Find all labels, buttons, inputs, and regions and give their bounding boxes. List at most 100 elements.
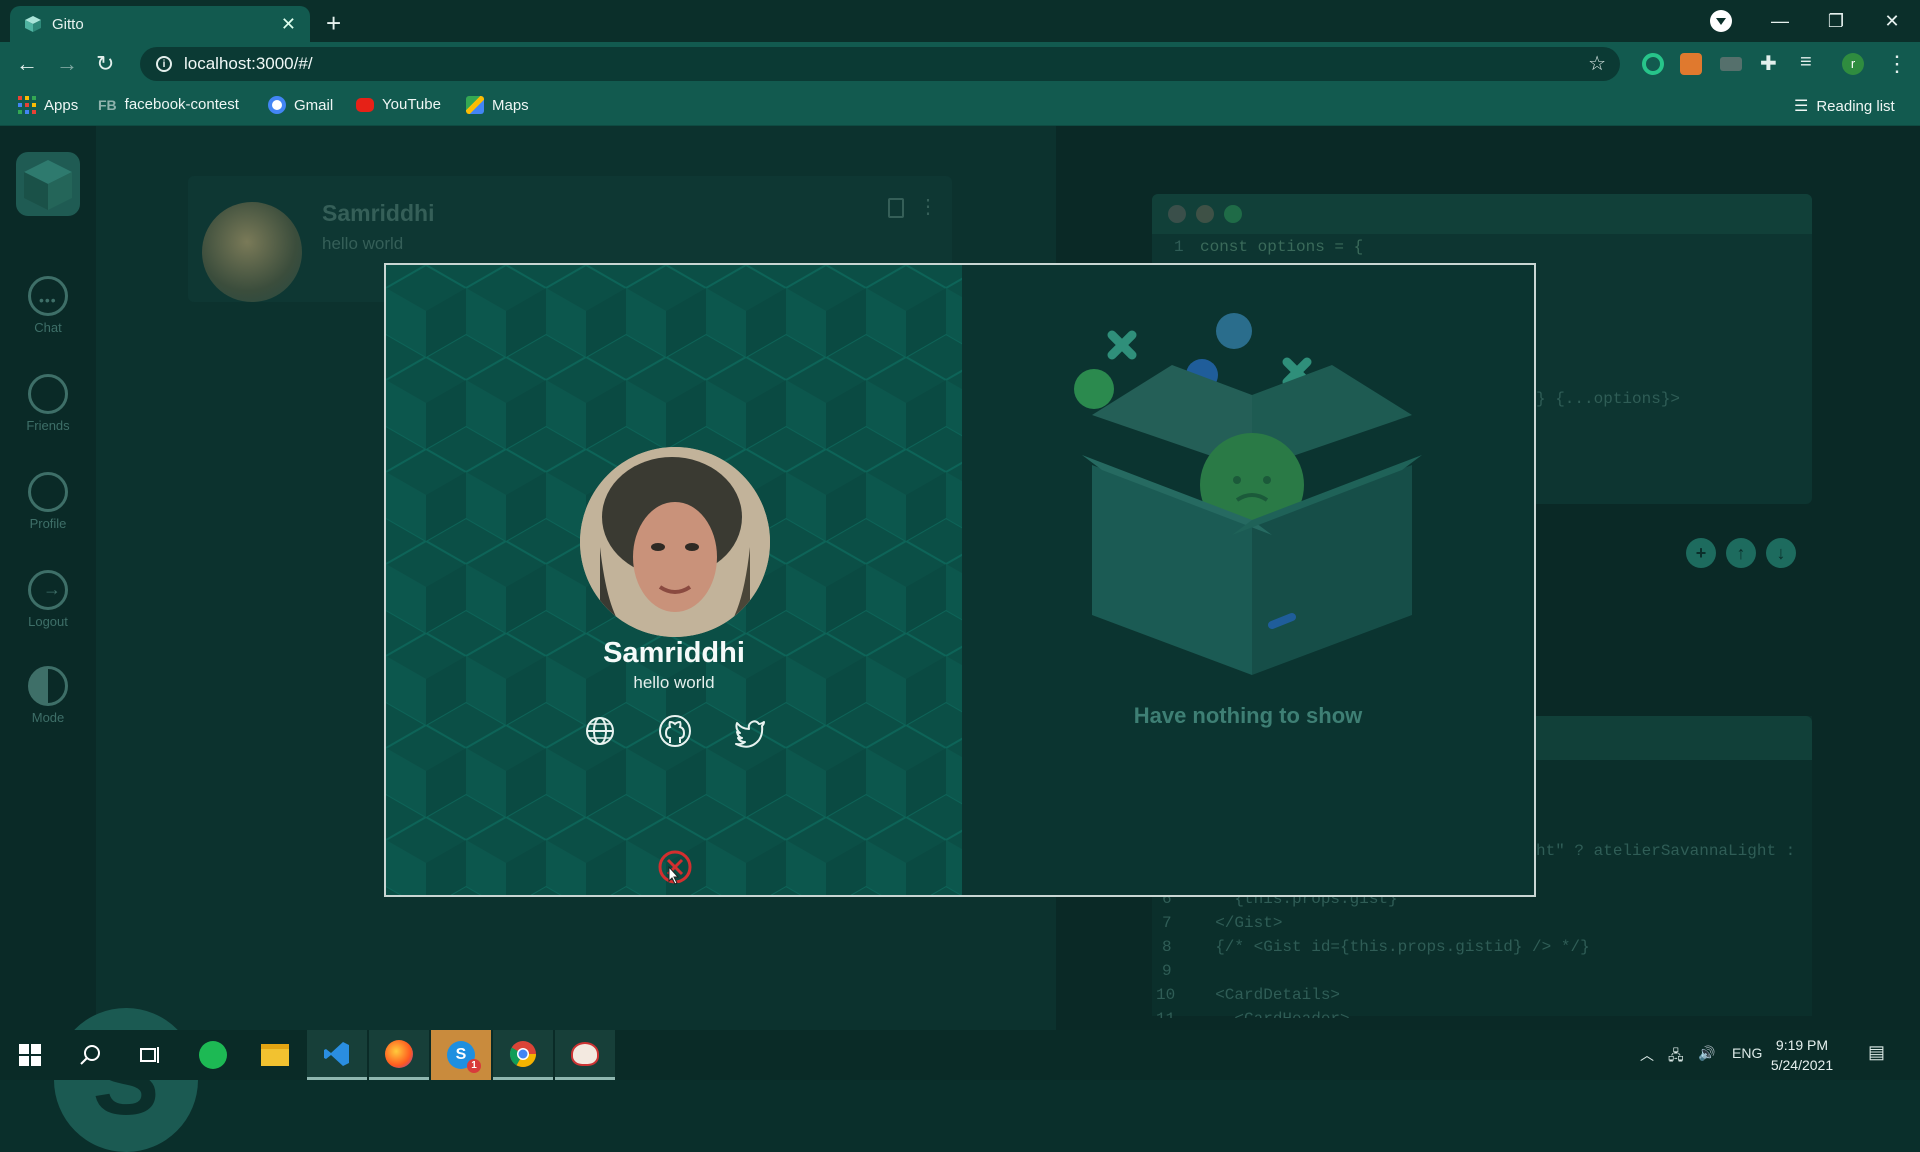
- profile-avatar-large: [580, 447, 770, 637]
- extension-green-icon[interactable]: [1642, 53, 1664, 75]
- taskbar-paint[interactable]: [555, 1030, 615, 1080]
- code-line-number: 8: [1162, 938, 1172, 956]
- close-tab-icon[interactable]: ✕: [281, 14, 296, 35]
- system-clock[interactable]: 9:19 PM 5/24/2021: [1762, 1035, 1842, 1075]
- mode-icon: [28, 666, 68, 706]
- taskbar-firefox[interactable]: [369, 1030, 429, 1080]
- metamask-icon[interactable]: [1680, 53, 1702, 75]
- window-dot-red: [1168, 205, 1186, 223]
- browser-tab-strip: Gitto ✕ + — ❐ ✕: [0, 0, 1920, 42]
- empty-box-illustration: [1074, 313, 1422, 675]
- windows-taskbar: S1 ︿ 🖧 🔊 ENG 9:19 PM 5/24/2021 ▤: [0, 1030, 1920, 1080]
- twitter-icon[interactable]: [732, 713, 768, 749]
- profile-modal: Samriddhi hello world Have nothing to sh…: [384, 263, 1536, 897]
- extension-dots-icon[interactable]: [1720, 57, 1742, 71]
- extensions-puzzle-icon[interactable]: ✚: [1760, 51, 1777, 76]
- bookmark-label: Apps: [44, 96, 79, 114]
- taskbar-vscode[interactable]: [307, 1030, 367, 1080]
- profile-modal-right: Have nothing to show: [962, 265, 1534, 895]
- reading-list-icon: ☰: [1794, 98, 1809, 115]
- back-icon[interactable]: ←: [16, 51, 38, 77]
- task-view-button[interactable]: [120, 1030, 180, 1080]
- code-line-number: 7: [1162, 914, 1172, 932]
- sidebar-item-label: Logout: [28, 614, 68, 629]
- windows-logo-icon: [19, 1044, 41, 1066]
- bookmark-apps[interactable]: Apps: [18, 96, 78, 114]
- media-control-icon[interactable]: ≡: [1800, 51, 1812, 74]
- sidebar-item-chat[interactable]: ••• Chat: [0, 276, 96, 335]
- menu-kebab-icon[interactable]: ⋮: [1886, 51, 1908, 77]
- reading-list-button[interactable]: ☰ Reading list: [1794, 96, 1895, 116]
- show-hidden-icons[interactable]: ︿: [1640, 1045, 1654, 1065]
- new-tab-icon[interactable]: +: [326, 8, 341, 39]
- skype-taskbar-icon: S1: [447, 1041, 481, 1073]
- taskbar-file-explorer[interactable]: [245, 1030, 305, 1080]
- bookmark-facebook-contest[interactable]: FB facebook-contest: [98, 96, 239, 113]
- taskbar-skype[interactable]: S1: [431, 1030, 491, 1080]
- globe-icon[interactable]: [582, 713, 618, 749]
- code-line: <CardHeader>: [1196, 1010, 1349, 1018]
- code-fragment: ht" ? atelierSavannaLight :: [1536, 842, 1796, 860]
- arrow-down-icon[interactable]: ↓: [1766, 538, 1796, 568]
- code-line-number: 11: [1156, 1010, 1175, 1018]
- minimize-icon[interactable]: —: [1752, 11, 1808, 32]
- taskbar-spotify[interactable]: [183, 1030, 243, 1080]
- bookmark-youtube[interactable]: YouTube: [356, 96, 441, 113]
- bookmark-gmail[interactable]: Gmail: [268, 96, 333, 114]
- add-icon[interactable]: +: [1686, 538, 1716, 568]
- maps-icon: [466, 96, 484, 114]
- sidebar-item-profile[interactable]: Profile: [0, 472, 96, 531]
- site-info-icon[interactable]: i: [156, 56, 172, 72]
- profile-status: hello world: [633, 673, 715, 692]
- volume-icon[interactable]: 🔊: [1698, 1045, 1715, 1062]
- user-status: hello world: [322, 234, 404, 253]
- url-text: localhost:3000/#/: [184, 54, 313, 73]
- close-window-icon[interactable]: ✕: [1864, 11, 1920, 32]
- tab-search-icon[interactable]: [1710, 10, 1732, 32]
- close-modal-button[interactable]: [657, 849, 693, 885]
- notifications-icon[interactable]: ▤: [1868, 1042, 1885, 1063]
- browser-toolbar: ← → ↻ i localhost:3000/#/ ☆ ✚ ≡ r ⋮: [0, 42, 1920, 86]
- network-icon[interactable]: 🖧: [1668, 1045, 1684, 1069]
- start-button[interactable]: [0, 1030, 60, 1080]
- profile-avatar[interactable]: r: [1842, 53, 1864, 75]
- code-fragment: } {...options}>: [1536, 390, 1681, 408]
- bookmark-label: facebook-contest: [124, 96, 239, 113]
- bookmark-star-icon[interactable]: ☆: [1588, 51, 1606, 76]
- profile-icon: [28, 472, 68, 512]
- sidebar-item-label: Chat: [34, 320, 62, 335]
- bookmark-maps[interactable]: Maps: [466, 96, 529, 114]
- gitto-favicon-icon: [25, 16, 41, 32]
- bookmark-label: Gmail: [294, 96, 334, 114]
- arrow-up-icon[interactable]: ↑: [1726, 538, 1756, 568]
- code-line-number: 10: [1156, 986, 1176, 1004]
- tab-title: Gitto: [52, 15, 84, 33]
- taskbar-chrome[interactable]: [493, 1030, 553, 1080]
- language-indicator[interactable]: ENG: [1732, 1045, 1762, 1061]
- code-line-number: 1: [1174, 238, 1184, 256]
- address-bar[interactable]: i localhost:3000/#/ ☆: [140, 47, 1620, 81]
- editor-titlebar: [1152, 194, 1812, 234]
- github-icon[interactable]: [657, 713, 693, 749]
- reload-icon[interactable]: ↻: [96, 51, 114, 77]
- sidebar-item-logout[interactable]: → Logout: [0, 570, 96, 629]
- sidebar-item-mode[interactable]: Mode: [0, 666, 96, 725]
- more-vertical-icon[interactable]: ⋮: [918, 194, 938, 219]
- apps-grid-icon: [18, 96, 36, 114]
- social-links: [582, 713, 768, 749]
- avatar: [202, 202, 302, 302]
- fb-icon: FB: [98, 96, 117, 113]
- bookmark-label: Maps: [492, 96, 529, 114]
- forward-icon[interactable]: →: [56, 51, 78, 77]
- bookmark-label: YouTube: [382, 96, 441, 113]
- search-button[interactable]: [60, 1030, 120, 1080]
- close-circle-icon: [658, 850, 692, 885]
- vscode-icon: [324, 1041, 349, 1066]
- trash-icon[interactable]: [888, 198, 904, 218]
- window-dot-green: [1224, 205, 1242, 223]
- browser-tab[interactable]: Gitto ✕: [10, 6, 310, 42]
- sidebar-item-friends[interactable]: Friends: [0, 374, 96, 433]
- restore-icon[interactable]: ❐: [1808, 11, 1864, 32]
- reading-list-label: Reading list: [1816, 97, 1895, 115]
- code-line-number: 9: [1162, 962, 1172, 980]
